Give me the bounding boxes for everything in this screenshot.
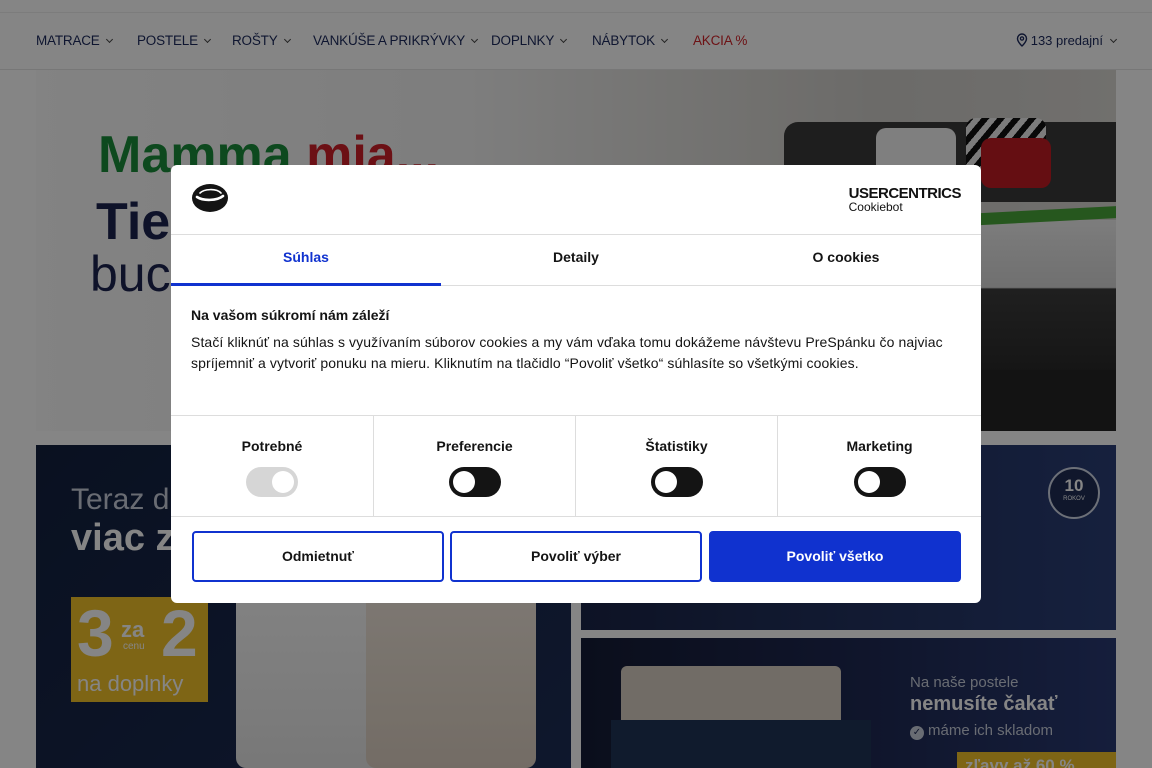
allow-selection-button[interactable]: Povoliť výber <box>450 531 702 582</box>
cookiebot-brand: Cookiebot <box>848 200 903 214</box>
toggle-label: Marketing <box>846 438 913 454</box>
toggle-label: Preferencie <box>436 438 513 454</box>
toggle-marketing[interactable] <box>853 467 906 497</box>
toggle-group-marketing: Marketing <box>777 416 981 516</box>
toggle-knob <box>857 471 880 493</box>
toggle-group-preferencie: Preferencie <box>373 416 575 516</box>
toggle-knob <box>452 471 475 493</box>
dialog-description: Stačí kliknúť na súhlas s využívaním súb… <box>191 334 943 371</box>
site-logo-icon <box>192 184 228 212</box>
tab-o-cookies[interactable]: O cookies <box>711 235 981 286</box>
toggle-potrebne <box>246 467 298 497</box>
reject-button[interactable]: Odmietnuť <box>192 531 444 582</box>
toggle-preferencie[interactable] <box>448 467 501 497</box>
toggle-group-statistiky: Štatistiky <box>575 416 777 516</box>
usercentrics-logo: USERCENTRICS Cookiebot <box>848 185 962 214</box>
toggle-statistiky[interactable] <box>650 467 703 497</box>
toggle-group-potrebne: Potrebné <box>171 416 373 516</box>
dialog-title: Na vašom súkromí nám záleží <box>191 307 390 323</box>
cookie-consent-dialog: USERCENTRICS Cookiebot Súhlas Detaily O … <box>171 165 981 603</box>
consent-toggles: Potrebné Preferencie Štatistiky Marketin… <box>171 415 981 517</box>
toggle-knob <box>654 471 677 493</box>
toggle-label: Štatistiky <box>645 438 708 454</box>
toggle-knob <box>272 471 294 493</box>
allow-all-button[interactable]: Povoliť všetko <box>709 531 961 582</box>
toggle-label: Potrebné <box>241 438 303 454</box>
consent-tabs: Súhlas Detaily O cookies <box>171 234 981 286</box>
tab-detaily[interactable]: Detaily <box>441 235 711 286</box>
tab-suhlas[interactable]: Súhlas <box>171 235 441 286</box>
